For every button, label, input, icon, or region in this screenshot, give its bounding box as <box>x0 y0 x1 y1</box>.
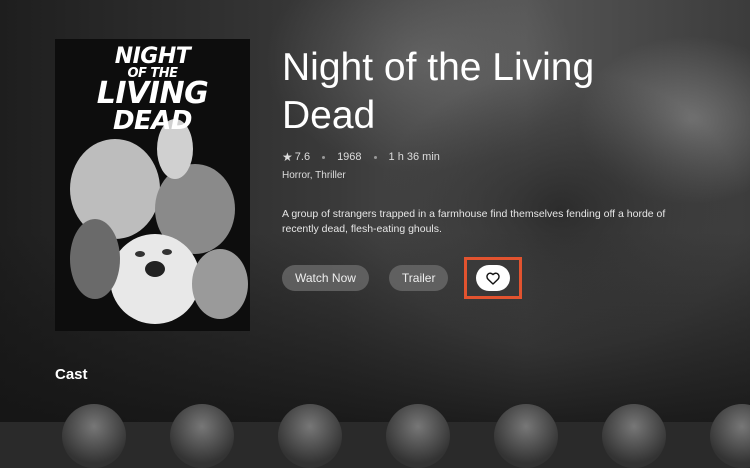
cast-heading: Cast <box>55 366 88 383</box>
separator-dot <box>322 155 326 159</box>
focus-highlight <box>464 257 523 299</box>
movie-meta: ★ 7.6 1968 1 h 36 min <box>282 150 440 164</box>
movie-poster: NIGHT OF THE LIVING DEAD <box>55 39 250 331</box>
poster-title: NIGHT OF THE LIVING DEAD <box>55 44 250 136</box>
movie-title: Night of the Living Dead <box>282 46 595 137</box>
cast-avatar[interactable] <box>386 404 450 468</box>
watch-now-button[interactable]: Watch Now <box>282 265 369 291</box>
runtime: 1 h 36 min <box>388 151 440 163</box>
cast-avatar[interactable] <box>602 404 666 468</box>
star-icon: ★ <box>282 150 293 164</box>
cast-avatar[interactable] <box>278 404 342 468</box>
genres: Horror, Thriller <box>282 170 346 181</box>
rating-value: 7.6 <box>294 151 311 163</box>
poster-title-line: DEAD <box>112 105 193 136</box>
action-bar: Watch Now Trailer <box>282 257 523 299</box>
cast-avatar[interactable] <box>494 404 558 468</box>
overview: A group of strangers trapped in a farmho… <box>282 208 666 235</box>
heart-icon <box>486 272 501 285</box>
favorite-button[interactable] <box>476 265 511 291</box>
release-year: 1968 <box>337 151 362 163</box>
cast-row <box>0 404 750 468</box>
poster-title-line: LIVING <box>96 76 209 112</box>
cast-avatar[interactable] <box>710 404 750 468</box>
poster-title-line: NIGHT <box>114 44 191 69</box>
cast-avatar[interactable] <box>170 404 234 468</box>
trailer-button[interactable]: Trailer <box>388 265 449 291</box>
cast-avatar[interactable] <box>62 404 126 468</box>
separator-dot <box>373 155 377 159</box>
